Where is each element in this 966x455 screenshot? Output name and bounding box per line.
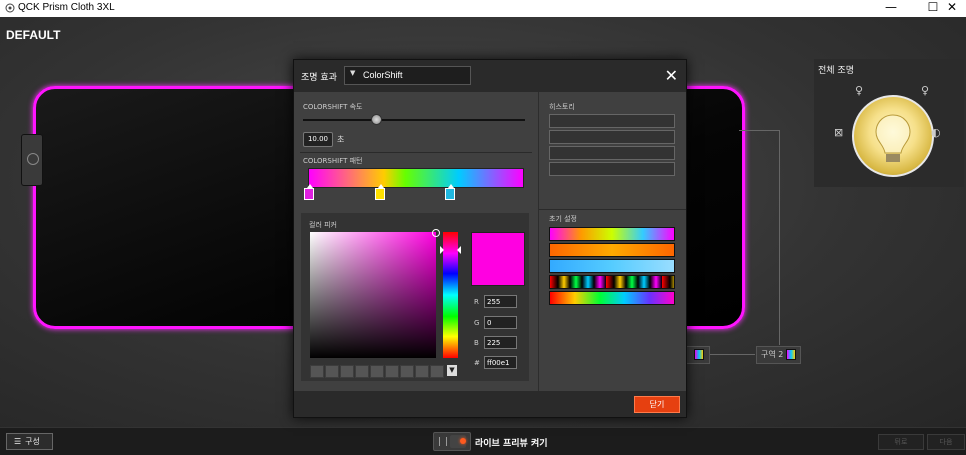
saved-swatch[interactable]: [430, 365, 444, 378]
bulb-max-icon: ◐: [931, 126, 941, 139]
divider: [539, 209, 686, 210]
saved-swatch[interactable]: [355, 365, 369, 378]
dialog-close-icon[interactable]: ✕: [665, 66, 678, 85]
history-slot[interactable]: [549, 114, 675, 128]
next-button[interactable]: 다음: [927, 434, 965, 450]
live-preview-label: 라이브 프리뷰 켜기: [475, 439, 548, 449]
saved-swatch[interactable]: [370, 365, 384, 378]
dropdown-arrow-icon: ▼: [350, 69, 356, 77]
color-picker-panel: 컬러 피커 R 255 G 0 B 225 # ff00e1 ▼: [301, 213, 529, 381]
saturation-value-square[interactable]: [310, 229, 440, 358]
history-slot[interactable]: [549, 162, 675, 176]
live-preview-toggle[interactable]: [433, 432, 471, 451]
hue-handle-right[interactable]: [457, 246, 461, 254]
close-button[interactable]: 닫기: [634, 396, 680, 413]
pattern-stop-3[interactable]: [445, 184, 455, 200]
history-slot[interactable]: [549, 130, 675, 144]
speed-slider-handle[interactable]: [371, 114, 383, 125]
hex-input[interactable]: ff00e1: [484, 356, 517, 369]
mousepad-logo-clip[interactable]: [21, 134, 43, 186]
history-slot[interactable]: [549, 146, 675, 160]
red-label: R: [474, 298, 479, 306]
app-logo-icon: [5, 3, 15, 13]
preset-rainbow[interactable]: [549, 227, 675, 241]
column-divider: [538, 92, 539, 391]
preset-ice[interactable]: [549, 259, 675, 273]
saved-swatch[interactable]: [325, 365, 339, 378]
zone-2-label: 구역 2: [761, 350, 784, 359]
list-icon: ☰: [14, 437, 22, 446]
pattern-stop-2[interactable]: [375, 184, 385, 200]
red-input[interactable]: 255: [484, 295, 517, 308]
history-label: 히스토리: [549, 103, 575, 111]
config-label: 구성: [25, 437, 40, 446]
divider: [300, 152, 532, 153]
window-titlebar: QCK Prism Cloth 3XL — ☐ ✕: [0, 0, 966, 17]
green-input[interactable]: 0: [484, 316, 517, 329]
hue-slider[interactable]: [443, 232, 458, 358]
blue-input[interactable]: 225: [484, 336, 517, 349]
close-window-button[interactable]: ✕: [937, 0, 966, 17]
bulb-mid-icon: ♀: [921, 84, 930, 97]
effect-dropdown-value: ColorShift: [363, 70, 403, 80]
speed-unit: 초: [337, 135, 345, 144]
color-picker-label: 컬러 피커: [309, 221, 337, 229]
live-indicator-dot: [460, 438, 466, 444]
lightbulb-icon: [875, 114, 911, 162]
dialog-footer: [294, 391, 686, 417]
pattern-stop-1[interactable]: [304, 184, 314, 200]
zone-connector-line: [739, 130, 779, 131]
saved-swatch[interactable]: [340, 365, 354, 378]
speed-label: COLORSHIFT 속도: [303, 103, 363, 111]
blue-row: B 225: [474, 336, 517, 349]
minimize-button[interactable]: —: [876, 0, 906, 17]
back-button[interactable]: 뒤로: [878, 434, 924, 450]
preset-spectrum[interactable]: [549, 291, 675, 305]
effect-dropdown[interactable]: ▼ ColorShift: [344, 66, 471, 85]
green-row: G 0: [474, 316, 517, 329]
hex-label: #: [474, 359, 480, 367]
red-row: R 255: [474, 295, 517, 308]
lighting-effect-dialog: 조명 효과 ▼ ColorShift ✕ COLORSHIFT 속도 10.00…: [293, 59, 687, 418]
preset-fire[interactable]: [549, 243, 675, 257]
profile-name[interactable]: DEFAULT: [6, 28, 60, 42]
preset-pulse[interactable]: [549, 275, 675, 289]
zone-connector-line: [710, 354, 755, 355]
config-button[interactable]: ☰ 구성: [6, 433, 53, 450]
zone-1-chip[interactable]: [686, 346, 710, 364]
pattern-gradient-bar[interactable]: [308, 168, 524, 188]
zone-color-swatch: [786, 349, 797, 360]
window-title: QCK Prism Cloth 3XL: [18, 2, 115, 13]
dialog-title: 조명 효과: [301, 73, 337, 83]
hex-row: # ff00e1: [474, 356, 517, 369]
hue-handle-left[interactable]: [440, 246, 444, 254]
saved-swatch[interactable]: [415, 365, 429, 378]
speed-input[interactable]: 10.00: [303, 132, 333, 147]
presets-label: 초기 설정: [549, 215, 577, 223]
swatch-dropdown-icon[interactable]: ▼: [447, 365, 457, 376]
blue-label: B: [474, 339, 479, 347]
brightness-dial[interactable]: [852, 95, 934, 177]
bulb-off-icon: ⊠: [834, 126, 844, 139]
green-label: G: [474, 319, 480, 327]
speed-slider-track[interactable]: [303, 119, 525, 121]
global-lighting-label: 전체 조명: [818, 66, 854, 76]
bulb-low-icon: ♀: [855, 84, 864, 97]
zone-color-swatch: [694, 349, 704, 360]
selected-color-preview: [471, 232, 525, 286]
pattern-label: COLORSHIFT 패턴: [303, 157, 363, 165]
saved-swatch[interactable]: [400, 365, 414, 378]
saved-swatch[interactable]: [385, 365, 399, 378]
zone-connector-line: [779, 130, 780, 345]
zone-2-chip[interactable]: 구역 2: [756, 346, 802, 364]
dialog-header: 조명 효과 ▼ ColorShift ✕: [294, 60, 686, 92]
saved-swatch[interactable]: [310, 365, 324, 378]
steelseries-logo-icon: [27, 153, 39, 165]
toggle-grip-icon: [439, 437, 447, 446]
sv-picker-handle[interactable]: [432, 229, 440, 237]
